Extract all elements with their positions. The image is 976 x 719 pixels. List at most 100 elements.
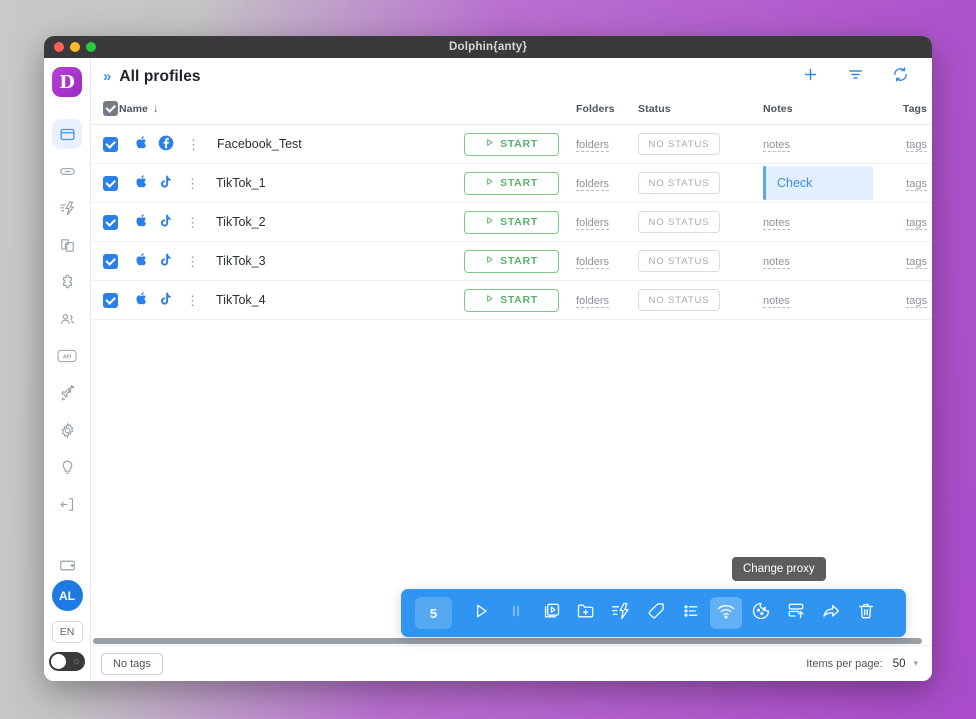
sidebar-item-tips[interactable] (52, 452, 82, 482)
status-badge[interactable]: NO STATUS (638, 211, 720, 233)
stop-selected-button[interactable] (500, 597, 532, 629)
sidebar-item-automation[interactable] (52, 193, 82, 223)
notes-link[interactable]: notes (763, 217, 790, 230)
run-automation-button[interactable] (605, 597, 637, 629)
row-menu-icon[interactable]: ⋮ (186, 255, 199, 268)
header-tags[interactable]: Tags (891, 95, 932, 125)
change-proxy-button[interactable] (710, 597, 742, 629)
select-all-checkbox[interactable] (103, 101, 118, 116)
change-status-button[interactable] (675, 597, 707, 629)
folders-link[interactable]: folders (576, 256, 610, 269)
language-selector[interactable]: EN (51, 621, 83, 643)
table-row[interactable]: ⋮ TikTok_1 START folders NO STATUS Check tags (91, 164, 932, 203)
tags-link[interactable]: tags (906, 178, 927, 191)
status-badge[interactable]: NO STATUS (638, 133, 720, 155)
sidebar-item-duplicates[interactable] (52, 230, 82, 260)
theme-toggle[interactable]: ☼ (49, 652, 85, 671)
header-name[interactable]: Name ↓ (119, 95, 464, 125)
table-row[interactable]: ⋮ TikTok_3 START folders NO STATUS notes tags (91, 242, 932, 281)
row-menu-icon[interactable]: ⋮ (186, 294, 199, 307)
header-status[interactable]: Status (638, 95, 763, 125)
row-checkbox[interactable] (103, 292, 118, 308)
app-logo[interactable]: D (52, 67, 82, 97)
collapse-sidebar-chevron-icon[interactable]: » (103, 68, 111, 85)
row-checkbox[interactable] (103, 175, 118, 191)
row-status-cell: NO STATUS (638, 125, 763, 164)
status-badge[interactable]: NO STATUS (638, 172, 720, 194)
cookie-icon (751, 601, 771, 626)
sidebar-item-logout[interactable] (52, 489, 82, 519)
header-notes[interactable]: Notes (763, 95, 891, 125)
row-menu-icon[interactable]: ⋮ (186, 216, 199, 229)
folders-link[interactable]: folders (576, 139, 610, 152)
profile-name: TikTok_2 (216, 215, 266, 229)
row-name-cell: ⋮ Facebook_Test (119, 125, 464, 164)
row-menu-icon[interactable]: ⋮ (186, 177, 199, 190)
header-start (464, 95, 576, 125)
share-profiles-button[interactable] (815, 597, 847, 629)
maximize-window-button[interactable] (86, 42, 96, 52)
add-tag-button[interactable] (640, 597, 672, 629)
duplicate-window-icon (541, 601, 561, 626)
tags-link[interactable]: tags (906, 217, 927, 230)
start-profile-button[interactable]: START (464, 288, 559, 312)
notes-link[interactable]: notes (763, 256, 790, 269)
clone-profiles-button[interactable] (535, 597, 567, 629)
horizontal-scrollbar[interactable] (91, 638, 932, 645)
table-row[interactable]: ⋮ Facebook_Test START folders NO STATUS notes… (91, 125, 932, 164)
sidebar-item-team[interactable] (52, 304, 82, 334)
minimize-window-button[interactable] (70, 42, 80, 52)
clear-cookies-button[interactable] (745, 597, 777, 629)
table-row[interactable]: ⋮ TikTok_2 START folders NO STATUS notes tags (91, 203, 932, 242)
apple-icon (135, 252, 149, 270)
browser-profiles-icon (59, 126, 76, 143)
table-row[interactable]: ⋮ TikTok_4 START folders NO STATUS notes tags (91, 281, 932, 320)
facebook-icon (158, 135, 174, 154)
start-profile-button[interactable]: START (464, 171, 559, 195)
note-highlighted[interactable]: Check (763, 166, 873, 200)
window-body: D API AL EN ☼ » All profiles Name ↓ Fold… (44, 58, 932, 681)
move-to-folder-button[interactable] (570, 597, 602, 629)
close-window-button[interactable] (54, 42, 64, 52)
start-selected-button[interactable] (465, 597, 497, 629)
filter-button[interactable] (838, 66, 873, 88)
start-profile-button[interactable]: START (464, 210, 559, 234)
folders-link[interactable]: folders (576, 295, 610, 308)
add-profile-button[interactable] (793, 66, 828, 88)
tags-link[interactable]: tags (906, 139, 927, 152)
folders-link[interactable]: folders (576, 217, 610, 230)
chevron-down-icon[interactable]: ▾ (913, 658, 918, 669)
export-profiles-button[interactable] (780, 597, 812, 629)
sidebar-item-launch[interactable] (52, 378, 82, 408)
start-profile-button[interactable]: START (464, 132, 559, 156)
row-checkbox[interactable] (103, 214, 118, 230)
tags-link[interactable]: tags (906, 295, 927, 308)
row-menu-icon[interactable]: ⋮ (187, 138, 200, 151)
sidebar-item-profiles[interactable] (52, 119, 82, 149)
refresh-button[interactable] (883, 66, 918, 88)
sidebar-item-billing[interactable] (52, 550, 82, 580)
play-icon (485, 255, 494, 267)
notes-link[interactable]: notes (763, 295, 790, 308)
trash-icon (856, 601, 876, 626)
avatar[interactable]: AL (51, 580, 83, 611)
row-checkbox[interactable] (103, 253, 118, 269)
scrollbar-thumb[interactable] (93, 638, 922, 644)
items-per-page-value[interactable]: 50 (893, 658, 906, 670)
row-checkbox[interactable] (103, 136, 118, 152)
sidebar-item-proxies[interactable] (52, 156, 82, 186)
delete-profiles-button[interactable] (850, 597, 882, 629)
status-badge[interactable]: NO STATUS (638, 250, 720, 272)
no-tags-button[interactable]: No tags (101, 652, 163, 675)
folders-link[interactable]: folders (576, 178, 610, 191)
sidebar-item-extensions[interactable] (52, 267, 82, 297)
tags-link[interactable]: tags (906, 256, 927, 269)
start-profile-button[interactable]: START (464, 249, 559, 273)
pause-icon (506, 601, 526, 626)
header-folders[interactable]: Folders (576, 95, 638, 125)
sidebar-item-settings[interactable] (52, 415, 82, 445)
notes-link[interactable]: notes (763, 139, 790, 152)
sidebar-item-api[interactable]: API (52, 341, 82, 371)
status-badge[interactable]: NO STATUS (638, 289, 720, 311)
row-name-cell: ⋮ TikTok_3 (119, 242, 464, 281)
